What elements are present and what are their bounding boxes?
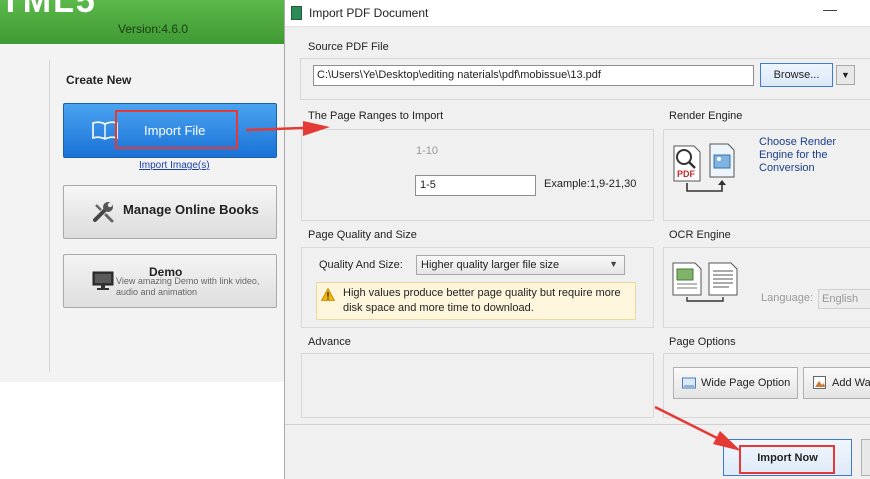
advance-group — [301, 353, 654, 418]
quality-select[interactable]: Higher quality larger file size ▼ — [416, 255, 625, 275]
ocr-language-select[interactable]: English — [818, 289, 870, 309]
import-file-highlight — [115, 110, 238, 149]
warning-icon — [321, 288, 335, 301]
ocr-language-label: Language: — [761, 292, 813, 304]
app-logo: TML5 — [0, 0, 97, 20]
panel-divider — [49, 60, 50, 372]
manage-online-books-label: Manage Online Books — [123, 202, 259, 217]
wide-page-icon — [682, 377, 696, 389]
demo-button[interactable]: Demo View amazing Demo with link video, … — [63, 254, 277, 308]
pdf-render-icon[interactable]: PDF — [672, 143, 742, 195]
watermark-icon — [813, 376, 826, 389]
page-range-input[interactable]: 1-5 — [415, 175, 536, 196]
browse-dropdown-button[interactable]: ▼ — [836, 65, 855, 85]
version-label: Version:4.6.0 — [118, 22, 189, 36]
chevron-down-icon: ▼ — [609, 259, 618, 269]
add-watermark-label: Add Wa — [832, 377, 870, 389]
render-engine-link[interactable]: Choose Render Engine for the Conversion — [759, 136, 870, 175]
app-header: TML5 Version:4.6.0 — [0, 0, 290, 44]
minimize-button[interactable]: — — [823, 2, 837, 18]
cancel-button[interactable] — [861, 439, 870, 476]
dialog-titlebar: Import PDF Document — — [285, 0, 870, 27]
browse-button[interactable]: Browse... — [760, 63, 833, 87]
page-range-example: Example:1,9-21,30 — [544, 178, 637, 190]
dialog-title: Import PDF Document — [309, 6, 429, 20]
page-total-hint: 1-10 — [416, 145, 439, 157]
source-group-label: Source PDF File — [308, 41, 389, 53]
render-engine-group-label: Render Engine — [669, 110, 743, 122]
demo-description: View amazing Demo with link video, audio… — [116, 276, 260, 297]
wide-page-option-label: Wide Page Option — [701, 377, 791, 389]
ocr-group-label: OCR Engine — [669, 229, 731, 241]
ocr-icon[interactable] — [671, 261, 747, 303]
page-options-group-label: Page Options — [669, 336, 736, 348]
quality-group-label: Page Quality and Size — [308, 229, 417, 241]
wide-page-option-button[interactable]: Wide Page Option — [673, 367, 798, 399]
monitor-icon — [92, 271, 114, 290]
svg-text:PDF: PDF — [677, 169, 696, 179]
quality-select-value: Higher quality larger file size — [421, 259, 560, 271]
source-path-field[interactable]: C:\Users\Ye\Desktop\editing naterials\pd… — [313, 65, 754, 86]
wrench-icon — [93, 202, 114, 223]
quality-warning-text: High values produce better page quality … — [343, 287, 621, 314]
import-image-link[interactable]: Import Image(s) — [139, 160, 210, 171]
page-range-group-label: The Page Ranges to Import — [308, 110, 444, 122]
app-icon — [291, 6, 302, 20]
import-now-highlight — [739, 445, 835, 474]
import-pdf-dialog: Import PDF Document — Source PDF File C:… — [284, 0, 870, 479]
manage-online-books-button[interactable]: Manage Online Books — [63, 185, 277, 239]
advance-group-label: Advance — [308, 336, 351, 348]
quality-field-label: Quality And Size: — [319, 259, 403, 271]
add-watermark-button[interactable]: Add Wa — [803, 367, 870, 399]
section-title: Create New — [66, 73, 132, 87]
app-window: TML5 Version:4.6.0 Create New Import Fil… — [0, 0, 290, 479]
